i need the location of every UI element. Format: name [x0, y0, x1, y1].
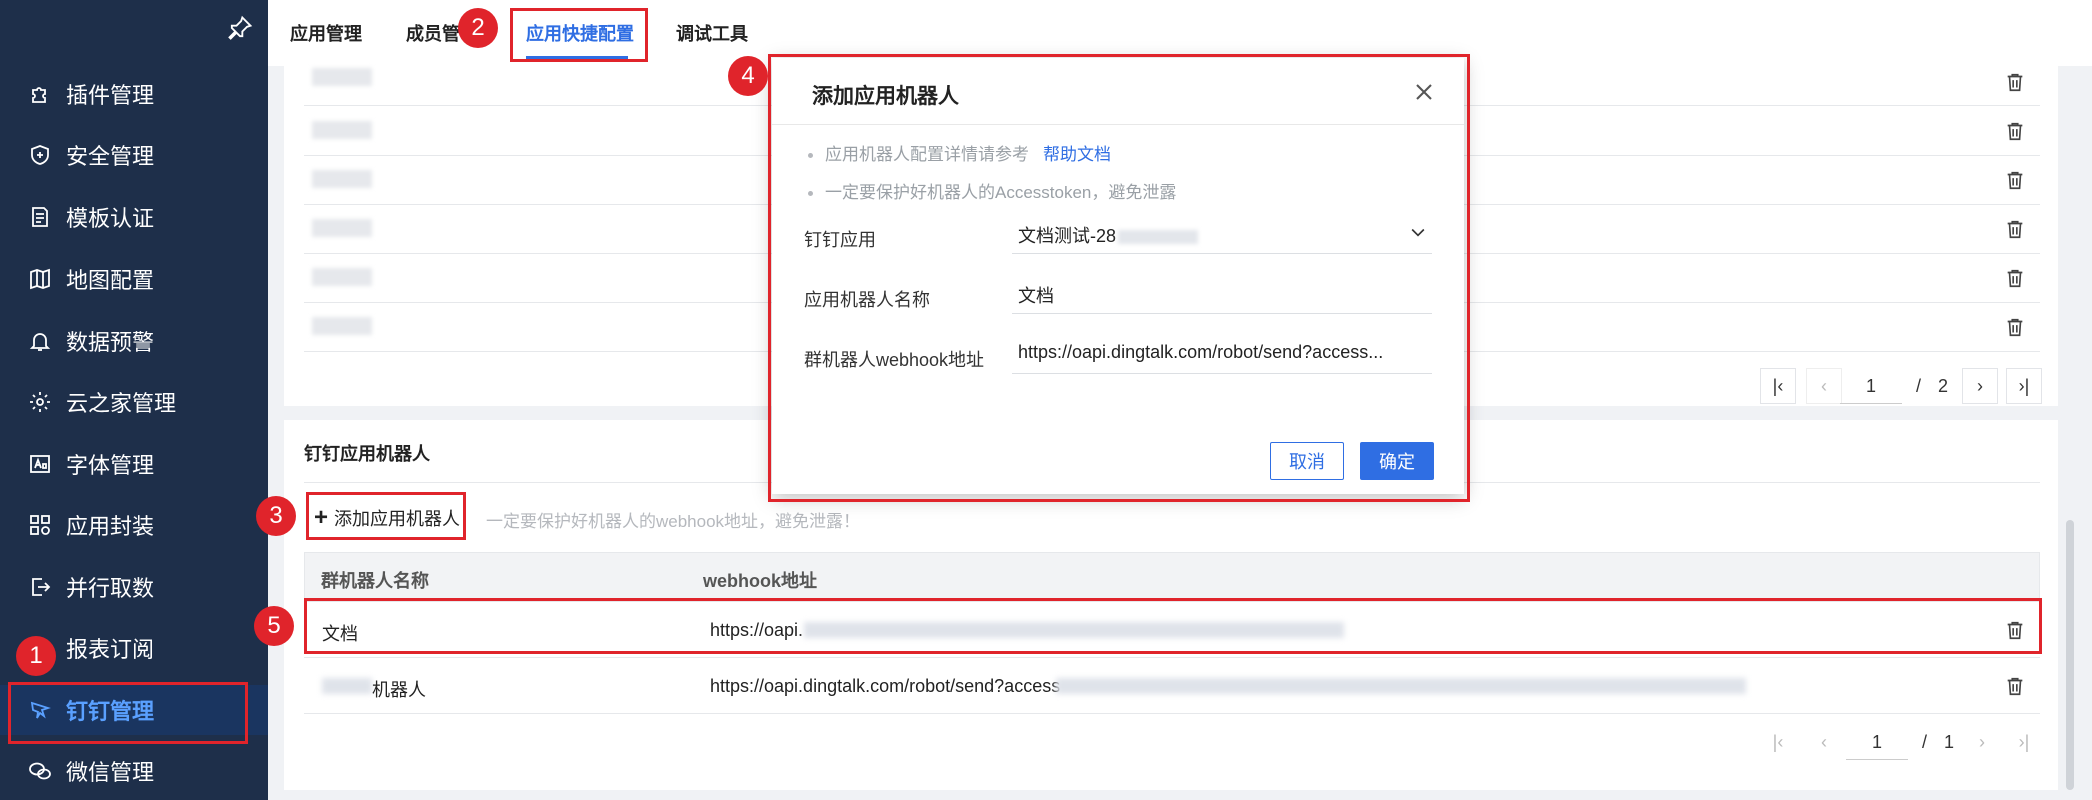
gear-icon — [30, 392, 50, 412]
wechat-icon — [29, 762, 51, 780]
tab-app-management[interactable]: 应用管理 — [290, 20, 362, 46]
trash-icon[interactable] — [2004, 119, 2026, 143]
column-header-webhook: webhook地址 — [703, 571, 818, 591]
sidebar-item-plugins[interactable]: 插件管理 — [0, 69, 268, 119]
sidebar-item-label: 地图配置 — [66, 268, 155, 293]
robot-name: 机器人 — [372, 680, 426, 700]
annotation-box — [304, 598, 2042, 654]
blurred-name — [312, 170, 372, 188]
sidebar-item-label: 安全管理 — [66, 144, 155, 169]
sidebar: 插件管理 安全管理 模板认证 地图配置 数据预警 云之家管理 字体管理 应用封装… — [0, 0, 268, 800]
sidebar-item-label: 字体管理 — [66, 453, 155, 478]
robot-webhook: https://oapi.dingtalk.com/robot/send?acc… — [710, 676, 1061, 696]
sidebar-item-packaging[interactable]: 应用封装 — [0, 500, 268, 550]
sidebar-item-label: 模板认证 — [66, 206, 155, 231]
sidebar-item-label: 并行取数 — [66, 576, 155, 601]
trash-icon[interactable] — [2004, 315, 2026, 339]
page-input[interactable]: 1 — [1840, 368, 1902, 404]
last-page-button[interactable]: ›| — [2006, 724, 2042, 760]
exit-icon — [32, 578, 51, 596]
pin-icon[interactable] — [226, 14, 254, 42]
sidebar-item-wechat[interactable]: 微信管理 — [0, 746, 268, 796]
sidebar-item-label: 微信管理 — [66, 760, 155, 785]
first-page-button[interactable]: |‹ — [1760, 724, 1796, 760]
tab-member-management[interactable]: 成员管 — [406, 20, 460, 46]
blurred-token — [1056, 678, 1746, 694]
sidebar-item-label: 应用封装 — [66, 514, 155, 539]
trash-icon[interactable] — [2004, 266, 2026, 290]
sidebar-item-label: 数据预警 — [66, 330, 155, 355]
annotation-box — [510, 8, 648, 62]
bell-icon — [29, 333, 51, 351]
font-icon — [30, 455, 50, 473]
table-row: 机器人 https://oapi.dingtalk.com/robot/send… — [304, 658, 2040, 714]
tab-debug-tools[interactable]: 调试工具 — [676, 20, 748, 46]
sidebar-item-alert[interactable]: 数据预警 — [0, 316, 268, 366]
trash-icon[interactable] — [2004, 168, 2026, 192]
blurred-name — [312, 268, 372, 286]
sidebar-item-security[interactable]: 安全管理 — [0, 130, 268, 180]
annotation-box — [306, 492, 466, 540]
annotation-badge: 2 — [458, 8, 498, 48]
annotation-box — [768, 54, 1470, 502]
annotation-badge: 3 — [256, 496, 296, 536]
annotation-badge: 1 — [16, 636, 56, 676]
trash-icon[interactable] — [2004, 674, 2026, 698]
prev-page-button[interactable]: ‹ — [1806, 368, 1842, 404]
blurred-name — [322, 678, 372, 694]
sidebar-item-label: 插件管理 — [66, 83, 155, 108]
webhook-hint: 一定要保护好机器人的webhook地址，避免泄露！ — [486, 512, 861, 531]
map-icon — [30, 268, 50, 290]
annotation-badge: 5 — [254, 606, 294, 646]
sidebar-item-fonts[interactable]: 字体管理 — [0, 439, 268, 489]
sidebar-item-map[interactable]: 地图配置 — [0, 254, 268, 304]
sidebar-item-template[interactable]: 模板认证 — [0, 192, 268, 242]
page-total: 1 — [1944, 732, 1955, 752]
prev-page-button[interactable]: ‹ — [1806, 724, 1842, 760]
blurred-name — [312, 68, 372, 86]
sidebar-item-yunzhijia[interactable]: 云之家管理 — [0, 377, 268, 427]
sidebar-item-label: 云之家管理 — [66, 391, 177, 416]
next-page-button[interactable]: › — [1964, 724, 2000, 760]
blurred-name — [312, 317, 372, 335]
section-title: 钉钉应用机器人 — [304, 444, 430, 464]
column-header-name: 群机器人名称 — [321, 571, 429, 591]
blurred-name — [312, 219, 372, 237]
trash-icon[interactable] — [2004, 70, 2026, 94]
page-total: 2 — [1938, 376, 1949, 396]
annotation-box — [8, 682, 248, 744]
page-separator: / — [1922, 732, 1928, 752]
scrollbar[interactable] — [2066, 520, 2074, 790]
shield-icon — [31, 145, 49, 165]
first-page-button[interactable]: |‹ — [1760, 368, 1796, 404]
template-icon — [32, 207, 48, 227]
last-page-button[interactable]: ›| — [2006, 368, 2042, 404]
next-page-button[interactable]: › — [1962, 368, 1998, 404]
blurred-name — [312, 121, 372, 139]
page-separator: / — [1916, 376, 1922, 396]
table-header: 群机器人名称 webhook地址 — [304, 552, 2040, 602]
sidebar-item-parallel[interactable]: 并行取数 — [0, 562, 268, 612]
annotation-badge: 4 — [728, 56, 768, 96]
puzzle-icon — [32, 87, 46, 103]
page-input[interactable]: 1 — [1846, 724, 1908, 760]
sidebar-item-label: 报表订阅 — [66, 637, 155, 662]
trash-icon[interactable] — [2004, 217, 2026, 241]
grid-icon — [30, 515, 50, 535]
